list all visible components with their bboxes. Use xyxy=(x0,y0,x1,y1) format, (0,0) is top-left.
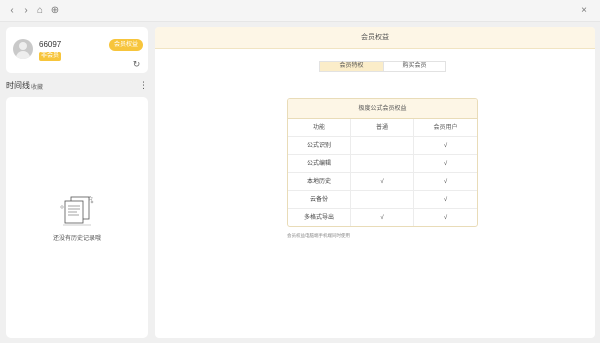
avatar[interactable] xyxy=(13,39,33,59)
free-cell xyxy=(351,137,414,155)
free-cell xyxy=(351,155,414,173)
tab-member-privileges[interactable]: 会员特权 xyxy=(320,62,383,71)
forward-icon[interactable]: › xyxy=(19,4,33,18)
table-row: 云备份 √ xyxy=(288,191,477,209)
feature-cell: 本地历史 xyxy=(288,173,351,191)
tab-bar: 会员特权 购买会员 xyxy=(319,61,446,72)
history-panel: 还没有历史记录哦 xyxy=(6,97,148,338)
table-row: 本地历史 √ √ xyxy=(288,173,477,191)
refresh-icon[interactable]: ↻ xyxy=(132,60,141,69)
feature-cell: 云备份 xyxy=(288,191,351,209)
member-cell: √ xyxy=(443,179,448,185)
user-id: 66097 xyxy=(39,40,62,49)
column-header: 普通 xyxy=(351,119,414,137)
column-header: 会员用户 xyxy=(433,125,458,131)
member-cell: √ xyxy=(443,143,448,149)
vip-benefits-button[interactable]: 会员权益 xyxy=(109,39,144,51)
favorites-tab[interactable]: 收藏 xyxy=(31,82,43,91)
feature-cell: 多格式导出 xyxy=(288,209,351,226)
member-cell: √ xyxy=(443,215,448,221)
benefits-table: 极度公式会员权益 功能 普通 会员用户 公式识别 √ 公式编辑 √ 本地历史 √… xyxy=(287,98,478,227)
table-row: 公式识别 √ xyxy=(288,137,477,155)
back-icon[interactable]: ‹ xyxy=(5,4,19,18)
feature-cell: 公式识别 xyxy=(288,137,351,155)
table-header-row: 功能 普通 会员用户 xyxy=(288,119,477,137)
empty-history-text: 还没有历史记录哦 xyxy=(52,236,101,242)
empty-history-icon xyxy=(60,195,94,226)
home-icon[interactable]: ⌂ xyxy=(33,4,47,18)
timeline-header: 时间线 收藏 ⋮ xyxy=(6,79,148,91)
page-title: 会员权益 xyxy=(155,27,595,49)
membership-badge: 非会员 xyxy=(39,52,62,61)
title-bar: ‹ › ⌂ ⊕ × xyxy=(0,0,600,22)
member-cell: √ xyxy=(443,161,448,167)
member-cell: √ xyxy=(443,197,448,203)
close-icon[interactable]: × xyxy=(577,4,591,18)
profile-card: 66097 非会员 会员权益 ↻ xyxy=(6,27,148,73)
feature-cell: 公式编辑 xyxy=(288,155,351,173)
more-icon[interactable]: ⋮ xyxy=(139,79,148,91)
table-title: 极度公式会员权益 xyxy=(288,99,477,119)
table-row: 多格式导出 √ √ xyxy=(288,209,477,226)
timeline-title[interactable]: 时间线 xyxy=(6,80,30,91)
column-header: 功能 xyxy=(288,119,351,137)
table-row: 公式编辑 √ xyxy=(288,155,477,173)
main-panel: 会员权益 会员特权 购买会员 极度公式会员权益 功能 普通 会员用户 公式识别 … xyxy=(155,27,595,338)
tab-buy-membership[interactable]: 购买会员 xyxy=(383,62,445,71)
free-cell xyxy=(351,191,414,209)
free-cell: √ xyxy=(351,173,414,191)
help-icon[interactable]: ⊕ xyxy=(48,4,62,18)
footnote: 会员权益电脑端手机端同时使用 xyxy=(287,233,350,238)
free-cell: √ xyxy=(351,209,414,226)
